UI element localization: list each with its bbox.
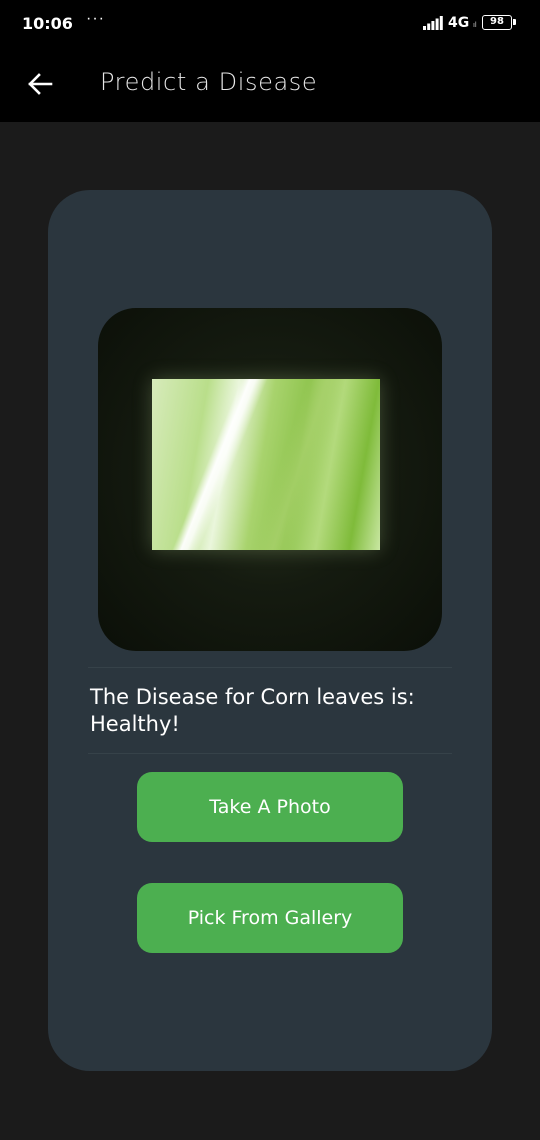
network-type: 4G <box>448 15 470 31</box>
status-bar: 10:06 ··· 4G ıl 98 <box>0 0 540 48</box>
pick-from-gallery-label: Pick From Gallery <box>187 907 353 929</box>
notification-dots: ··· <box>86 10 105 27</box>
signal-icon <box>423 16 443 30</box>
network-signal-sub: ıl <box>473 22 477 29</box>
page-title: Predict a Disease <box>100 68 318 96</box>
arrow-left-icon <box>28 73 53 95</box>
result-line-2: Healthy! <box>90 712 180 736</box>
result-line-1: The Disease for Corn leaves is: <box>90 685 415 709</box>
back-button[interactable] <box>18 62 62 106</box>
battery-level: 98 <box>490 16 504 27</box>
take-photo-button[interactable]: Take A Photo <box>137 772 403 842</box>
take-photo-label: Take A Photo <box>209 796 331 818</box>
app-bar: Predict a Disease <box>0 48 540 122</box>
image-preview-frame <box>98 308 442 651</box>
prediction-result: The Disease for Corn leaves is: Healthy! <box>90 684 450 738</box>
prediction-card: The Disease for Corn leaves is: Healthy!… <box>48 190 492 1071</box>
leaf-photo <box>152 379 380 550</box>
pick-from-gallery-button[interactable]: Pick From Gallery <box>137 883 403 953</box>
battery-icon: 98 <box>482 15 516 30</box>
divider-bottom <box>88 753 452 754</box>
status-time: 10:06 <box>22 14 73 33</box>
divider-top <box>88 667 452 668</box>
